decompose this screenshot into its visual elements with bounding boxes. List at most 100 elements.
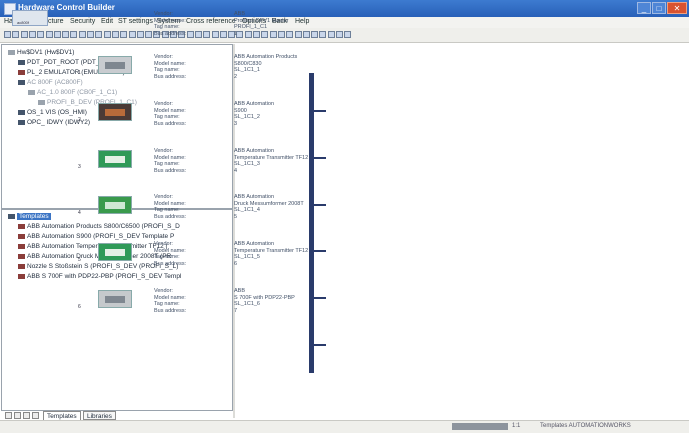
toolbar-button-icon[interactable] [319,31,327,38]
toolbar-button-icon[interactable] [95,31,103,38]
maximize-button[interactable]: □ [652,2,666,14]
toolbar-button-icon[interactable] [70,31,78,38]
field-label: Bus address: [154,307,187,314]
tree-item[interactable]: Templates [8,213,51,221]
toolbar-button-icon[interactable] [302,31,310,38]
slot-number: 1 [78,70,81,76]
tab-templates[interactable]: Templates [43,411,81,420]
toolbar-button-icon[interactable] [37,31,45,38]
device-field-values: ABB Automation Products S800/C830 SL_1C1_1… [234,54,297,80]
toolbar-button-icon[interactable] [219,31,227,38]
device-field-values: ABB Profibus DPV1 Master PROFI_1_C1 1 [234,11,288,37]
toolbar-button-icon[interactable] [128,31,136,38]
tree-item[interactable]: ABB Automation S900 (PROFI_S_DEV Templat… [18,233,174,241]
field-label: Bus address: [154,120,187,127]
toolbar-button-icon[interactable] [111,31,119,38]
slave-device-image[interactable] [98,103,132,121]
slot-number: 4 [78,210,81,216]
toolbar-button-icon[interactable] [20,31,28,38]
tree-item[interactable]: AC_1.0 800F (CB0F_1_C1) [28,89,117,97]
toolbar-button-icon[interactable] [87,31,94,38]
tree-node-icon [18,233,25,239]
slot-number: 2 [78,117,81,123]
menu-cross-reference[interactable]: Cross reference [186,18,236,25]
controller-ac800f-image[interactable]: ac800f [12,10,48,26]
toolbar-button-icon[interactable] [45,31,53,38]
menu-security[interactable]: Security [70,18,95,25]
toolbar-button-icon[interactable] [311,31,319,38]
slave-device-image[interactable] [98,243,132,261]
toolbar-button-icon[interactable] [294,31,302,38]
slave-device-image[interactable] [98,196,132,214]
tree-item[interactable]: ABB Automation Products S800/C6500 (PROF… [18,223,180,231]
menu-bar: Hardware structure Security Edit ST sett… [0,17,689,28]
toolbar-button-icon[interactable] [78,31,86,38]
toolbar-button-icon[interactable] [4,31,11,38]
close-button[interactable]: ✕ [667,2,687,14]
tree-item[interactable]: OS_1 VIS (OS_HMI) [18,109,87,117]
minimize-button[interactable]: _ [637,2,651,14]
bus-connector [313,204,326,206]
slot-number: 5 [78,257,81,263]
toolbar-button-icon[interactable] [211,31,219,38]
device-field-labels: Vendor: Model name: Tag name: Bus address: [154,101,186,127]
toolbar-button-icon[interactable] [344,31,352,38]
tree-item[interactable]: ABB Automation Temperature Transmitter T… [18,243,168,251]
tree-node-icon [8,49,15,55]
tree-node-icon [18,59,25,65]
tree-node-icon [18,223,25,229]
controller-image-label: ac800f [17,20,30,25]
tree-item-label: ABB Automation Products S800/C6500 (PROF… [27,223,180,230]
bus-connector [313,344,326,346]
toolbar-button-icon[interactable] [203,31,211,38]
toolbar-button-icon[interactable] [186,31,194,38]
tab-first-icon[interactable] [5,412,12,419]
toolbar-button-icon[interactable] [327,31,335,38]
toolbar-button-icon[interactable] [12,31,20,38]
tree-item[interactable]: ABB Automation Druck Messumformer 2008T … [18,253,171,261]
slot-number: 3 [78,164,81,170]
device-field-labels: Vendor: Model name: Tag name: Bus address: [154,288,186,314]
tree-node-icon [18,253,25,259]
device-field-values: ABB S 700F with PDP22-PBP SL_1C1_6 7 [234,288,295,314]
menu-help[interactable]: Help [295,18,309,25]
toolbar-button-icon[interactable] [120,31,128,38]
menu-st-settings[interactable]: ST settings [118,18,153,25]
tab-strip: Templates Libraries [3,411,231,420]
toolbar-button-icon[interactable] [28,31,36,38]
tree-node-icon [18,273,25,279]
toolbar-button-icon[interactable] [336,31,343,38]
tree-item[interactable]: Hw$DV1 (Hw$DV1) [8,49,74,57]
tree-item[interactable]: AC 800F (AC800F) [18,79,83,87]
toolbar-button-icon[interactable] [194,31,202,38]
tree-item-label: Hw$DV1 (Hw$DV1) [17,49,75,56]
toolbar-button-icon[interactable] [62,31,70,38]
device-field-values: ABB Automation Druck Messumformer 2008T SL… [234,194,304,220]
device-field-values: ABB Automation S900 SL_1C1_2 3 [234,101,274,127]
tree-item[interactable]: ABB S 700F with PDP22-PBP (PROFI_S_DEV T… [18,273,181,281]
tree-node-icon [18,263,25,269]
tab-last-icon[interactable] [32,412,39,419]
tab-prev-icon[interactable] [14,412,21,419]
tree-node-icon [18,243,25,249]
field-label: Bus address: [154,260,187,267]
slave-device-image[interactable] [98,56,132,74]
field-value-address: 6 [234,260,238,267]
field-label: Bus address: [154,213,187,220]
device-panel-icon [105,156,125,163]
toolbar-button-icon[interactable] [136,31,144,38]
toolbar-button-icon[interactable] [145,31,153,38]
tab-next-icon[interactable] [23,412,30,419]
toolbar-button-icon[interactable] [53,31,61,38]
field-value-address: 4 [234,167,238,174]
slave-device-image[interactable] [98,150,132,168]
slave-device-image[interactable] [98,290,132,308]
status-bar: 1:1 Templates AUTOMATIONWORKS [0,420,689,433]
menu-edit[interactable]: Edit [101,18,113,25]
slot-number: 6 [78,304,81,310]
device-panel-icon [105,296,125,303]
tab-libraries[interactable]: Libraries [83,411,116,420]
field-value-vendor: ABB Automation Products [234,54,298,60]
field-value-address: 2 [234,73,238,80]
toolbar-button-icon[interactable] [103,31,111,38]
